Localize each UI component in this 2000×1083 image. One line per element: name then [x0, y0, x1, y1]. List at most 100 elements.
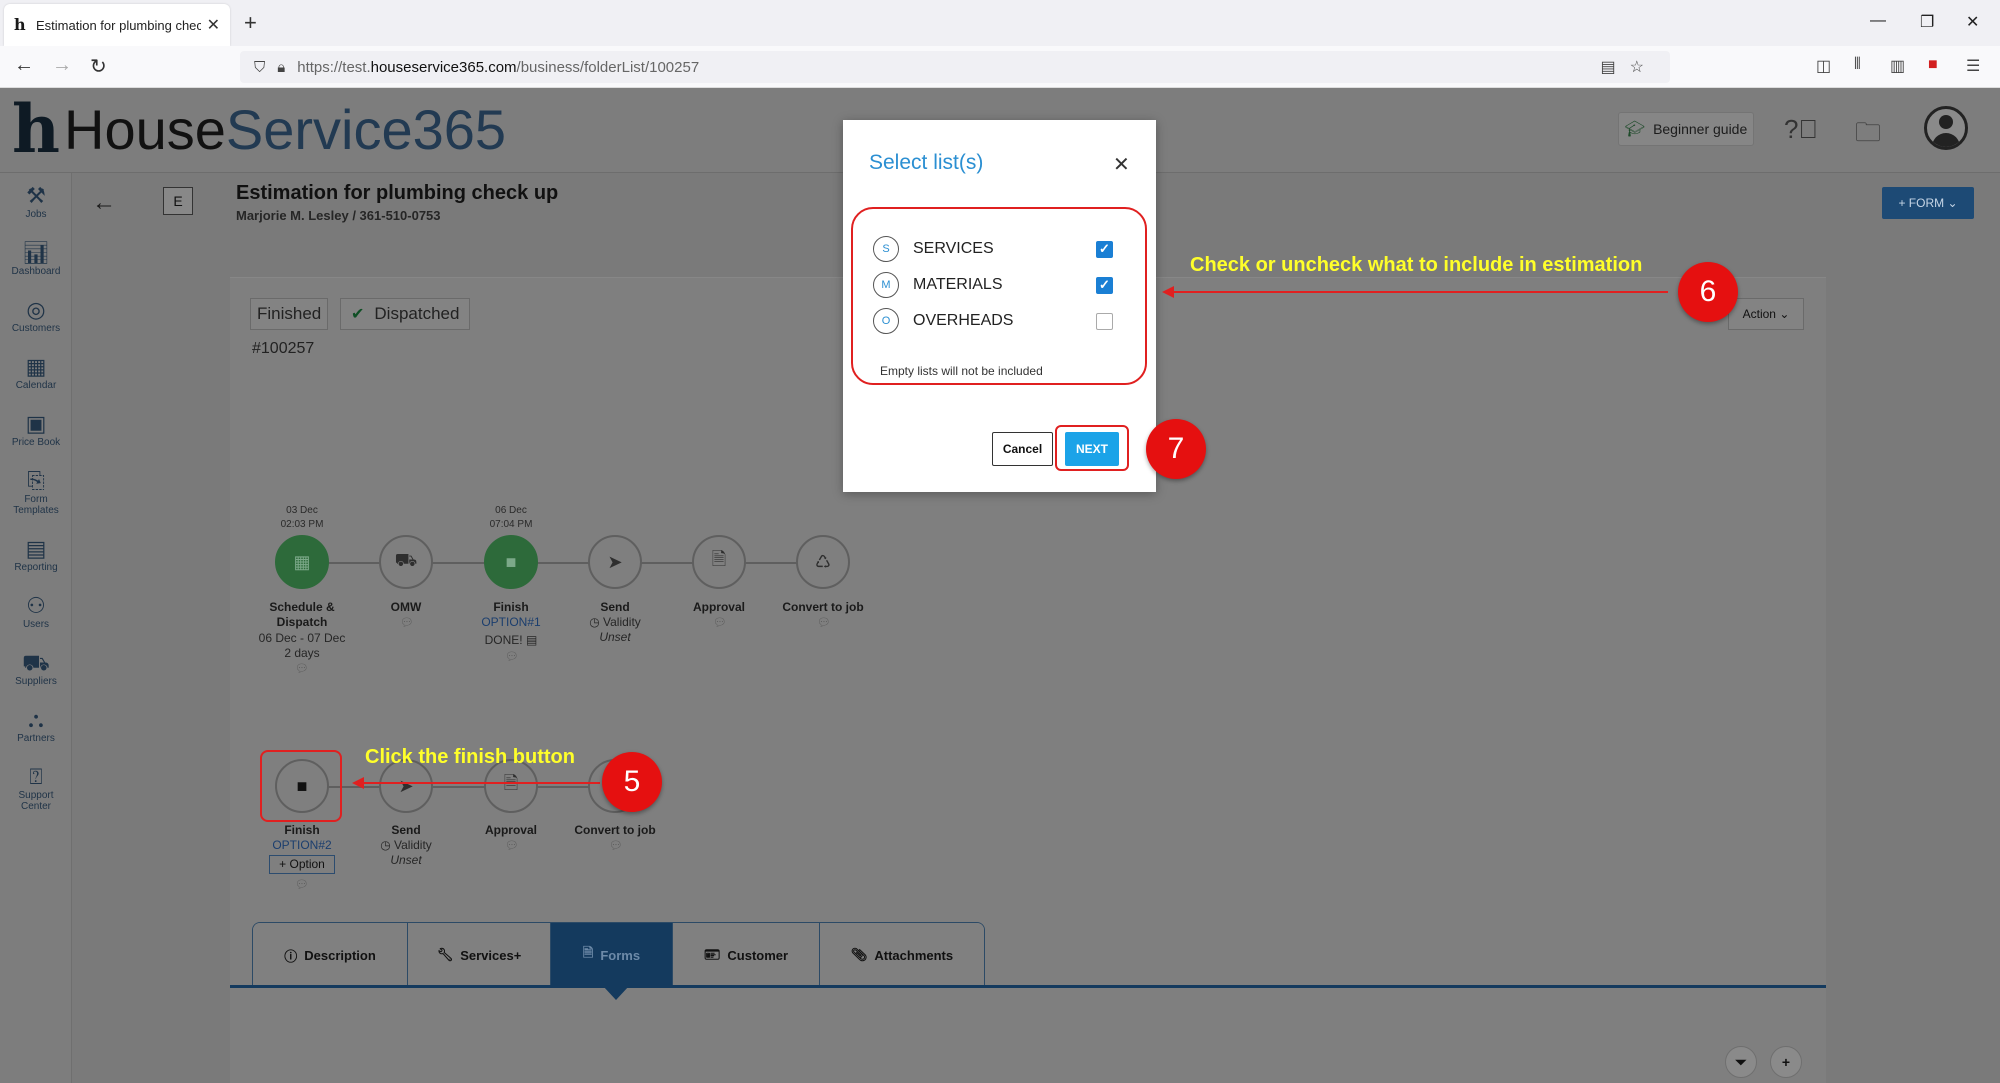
sidebar-item-jobs[interactable]: ⚒ Jobs [0, 183, 72, 220]
tools-icon: ⚒ [26, 183, 46, 208]
comment-icon[interactable]: 💬︎ [295, 662, 309, 675]
beginner-guide-button[interactable]: 🎓︎ Beginner guide [1618, 112, 1754, 146]
price-tag-icon: ▣ [25, 411, 47, 436]
annotation-step6-badge: 6 [1678, 262, 1738, 322]
action-label: Action [1742, 307, 1776, 321]
option2-label[interactable]: OPTION#2 [242, 838, 362, 853]
logo[interactable]: h HouseService365 [12, 96, 507, 162]
forward-icon[interactable]: → [52, 54, 72, 77]
finish-option1-node[interactable]: ■ [484, 535, 538, 589]
paperclip-icon: 📎︎ [850, 947, 868, 962]
sidebar-item-suppliers[interactable]: ⛟ Suppliers [0, 650, 72, 687]
tab-title: Estimation for plumbing check [36, 17, 201, 33]
pocket-icon[interactable]: ◫ [1816, 56, 1831, 76]
sidebar-item-reporting[interactable]: ▤ Reporting [0, 536, 72, 573]
annotation-box-finish [260, 750, 342, 822]
option1-label[interactable]: OPTION#1 [451, 615, 571, 630]
tab-customer[interactable]: 🪪︎ Customer [673, 923, 820, 986]
calendar-icon: ▦ [25, 354, 47, 379]
comment-icon[interactable]: 💬︎ [713, 616, 727, 629]
sidebar-item-partners[interactable]: ⛬ Partners [0, 707, 72, 744]
schedule-dispatch-node[interactable]: ▦ [275, 535, 329, 589]
extension-icon[interactable]: ■ [1928, 56, 1938, 74]
new-tab-icon[interactable]: + [244, 10, 257, 36]
form-icon: ⎘ [27, 468, 45, 493]
sidebar-item-calendar[interactable]: ▦ Calendar [0, 354, 72, 391]
add-form-label: + FORM [1898, 196, 1945, 210]
send2-validity: ◷ Validity [380, 838, 432, 852]
sidebar-item-dashboard[interactable]: 📊︎ Dashboard [0, 240, 72, 277]
tab-services[interactable]: 🔧︎ Services+ [408, 923, 551, 986]
url-bar[interactable]: ⛉ 🔒︎ https://test. houseservice365.com/bu… [240, 51, 1670, 83]
add-option-button[interactable]: + Option [269, 855, 335, 874]
tab-description[interactable]: ⓘ Description [253, 923, 408, 986]
close-window-icon[interactable]: ✕ [1966, 12, 1979, 32]
browser-tabstrip: h Estimation for plumbing check ✕ + — ❐ … [0, 0, 2000, 46]
wrench-icon: 🔧︎ [436, 947, 454, 962]
url-prefix: https://test. [297, 58, 371, 76]
modal-title: Select list(s) [869, 151, 984, 174]
browser-tab[interactable]: h Estimation for plumbing check ✕ [4, 4, 230, 46]
schedule-range: 06 Dec - 07 Dec 2 days [258, 631, 346, 660]
reload-icon[interactable]: ↻ [90, 54, 107, 79]
close-icon[interactable]: ✕ [1113, 152, 1130, 177]
library-icon[interactable]: ⫴ [1854, 56, 1861, 74]
info-icon: ⓘ [284, 948, 298, 964]
sidebar-item-price-book[interactable]: ▣ Price Book [0, 411, 72, 448]
help-icon: ⍰ [29, 764, 43, 789]
action-button[interactable]: Action ⌄ [1728, 298, 1804, 330]
comment-icon[interactable]: 💬︎ [817, 616, 831, 629]
finish-date: 06 Dec 07:04 PM [489, 505, 533, 530]
annotation-step5-text: Click the finish button [365, 746, 575, 768]
logo-house: House [64, 97, 226, 161]
convert2-label: Convert to job [574, 823, 656, 837]
reader-bookmark-icons[interactable]: ▤☆ [1601, 57, 1658, 77]
finish-done-status: DONE! ▤ [484, 633, 538, 647]
logo-service: Service365 [225, 97, 507, 161]
annotation-arrow-line [1172, 291, 1668, 293]
sidebar-item-form-templates[interactable]: ⎘ Form Templates [0, 468, 72, 516]
sidebar-item-support-center[interactable]: ⍰ Support Center [0, 764, 72, 812]
help-circle-icon[interactable]: ?⃝ [1784, 114, 1818, 145]
chevron-down-icon: ⌄ [1947, 196, 1958, 210]
send-validity: ◷ Validity [589, 615, 641, 629]
comment-icon[interactable]: 💬︎ [609, 839, 623, 852]
cancel-button[interactable]: Cancel [992, 432, 1053, 466]
sidebar-item-customers[interactable]: ◎ Customers [0, 297, 72, 334]
minimize-icon[interactable]: — [1870, 12, 1886, 30]
sidebar-toggle-icon[interactable]: ▥ [1890, 56, 1905, 76]
comment-icon[interactable]: 💬︎ [505, 650, 519, 663]
document-check-icon: 🗎 [711, 549, 727, 569]
send-node[interactable]: ➤ [588, 535, 642, 589]
avatar[interactable] [1924, 106, 1968, 150]
comment-icon[interactable]: 💬︎ [295, 878, 309, 891]
close-tab-icon[interactable]: ✕ [207, 15, 220, 35]
comment-icon[interactable]: 💬︎ [400, 616, 414, 629]
report-icon: ▤ [25, 536, 47, 561]
annotation-arrow-head [1162, 286, 1174, 298]
tab-attachments[interactable]: 📎︎ Attachments [820, 923, 984, 986]
document-icon[interactable]: ▤ [526, 633, 537, 647]
chevron-down-icon: ⌄ [1779, 307, 1790, 321]
back-arrow-icon[interactable]: ← [92, 189, 116, 217]
status-dispatched[interactable]: ✔ Dispatched [340, 298, 471, 330]
send2-label: Send [391, 823, 421, 837]
comment-icon[interactable]: 💬︎ [505, 839, 519, 852]
add-button[interactable]: + [1770, 1046, 1802, 1078]
menu-icon[interactable]: ☰ [1966, 56, 1980, 76]
filter-button[interactable]: ⏷ [1725, 1046, 1757, 1078]
lock-icon: 🔒︎ [277, 58, 286, 76]
folder-icon[interactable]: 🗀 [1855, 114, 1881, 158]
restore-icon[interactable]: ❐ [1920, 12, 1934, 32]
back-icon[interactable]: ← [14, 54, 34, 77]
sidebar-item-users[interactable]: ⚇ Users [0, 593, 72, 630]
convert-to-job-node[interactable]: ♺ [796, 535, 850, 589]
url-host: houseservice365.com [370, 58, 517, 76]
omw-label: OMW [390, 600, 422, 614]
status-finished[interactable]: Finished [250, 298, 329, 330]
target-icon: ◎ [26, 297, 46, 322]
omw-node[interactable]: ⛟ [379, 535, 433, 589]
tab-forms[interactable]: 🗎 Forms [551, 923, 673, 986]
add-form-button[interactable]: + FORM ⌄ [1882, 187, 1974, 219]
approval-node[interactable]: 🗎 [692, 535, 746, 589]
